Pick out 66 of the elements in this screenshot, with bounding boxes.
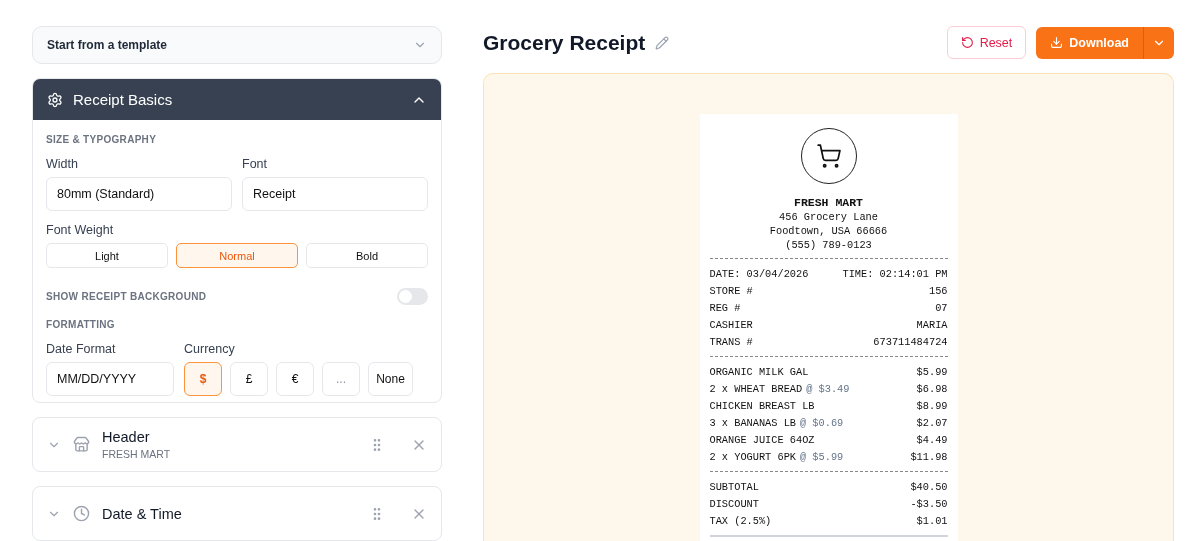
section-heading: FORMATTING: [46, 319, 116, 331]
section-heading: SIZE & TYPOGRAPHY: [46, 134, 158, 146]
total-value: $40.50: [910, 480, 948, 493]
store-address: 456 Grocery Lane: [778, 210, 879, 224]
item-name: 2 x YOGURT 6PK: [709, 450, 796, 463]
download-icon: [1050, 36, 1064, 49]
unit-price: @ $3.49: [806, 382, 850, 395]
info-value: 07: [935, 301, 948, 314]
section-title: Date & Time: [102, 505, 183, 522]
unit-price: @ $5.99: [800, 450, 844, 463]
item-amount: $5.99: [916, 365, 948, 378]
info-value: 156: [928, 284, 948, 297]
template-picker[interactable]: Start from a template: [32, 26, 442, 65]
weight-option[interactable]: Bold: [306, 243, 428, 269]
field-label: Font Weight: [46, 223, 115, 238]
panel-header[interactable]: Receipt Basics: [33, 79, 441, 121]
item-name: ORGANIC MILK GAL: [709, 365, 809, 378]
section-subtitle: FRESH MART: [102, 448, 172, 460]
unit-price: @ $0.69: [800, 416, 844, 429]
edit-icon[interactable]: [655, 35, 670, 50]
receipt-time: TIME: 02:14:01 PM: [842, 267, 948, 280]
item-amount: $2.07: [916, 416, 948, 429]
item-amount: $11.98: [910, 450, 948, 463]
currency-option[interactable]: £: [230, 362, 268, 397]
info-value: MARIA: [916, 318, 948, 331]
info-label: CASHIER: [709, 318, 753, 331]
field-label: Date Format: [46, 342, 117, 357]
info-label: REG #: [709, 301, 741, 314]
total-label: TAX (2.5%): [709, 514, 772, 527]
info-label: STORE #: [709, 284, 753, 297]
download-menu-button[interactable]: [1143, 26, 1174, 59]
store-icon: [73, 436, 90, 453]
document-title: Grocery Receipt: [483, 30, 646, 55]
weight-option[interactable]: Light: [46, 243, 168, 269]
store-address: Foodtown, USA 66666: [768, 224, 889, 238]
width-field[interactable]: 80mm (Standard): [46, 177, 232, 212]
store-name: FRESH MART: [793, 196, 864, 210]
total-value: $1.01: [916, 514, 948, 527]
info-label: TRANS #: [709, 335, 753, 348]
reset-icon: [960, 36, 974, 49]
item-amount: $6.98: [916, 382, 948, 395]
info-value: 673711484724: [873, 335, 948, 348]
currency-option[interactable]: €: [276, 362, 314, 397]
item-name: 2 x WHEAT BREAD: [709, 382, 803, 395]
total-value: -$3.50: [910, 497, 948, 510]
reset-button[interactable]: Reset: [946, 26, 1027, 59]
field-label: Font: [242, 157, 268, 172]
store-address: (555) 789-0123: [784, 238, 873, 252]
settings-icon: [47, 91, 63, 108]
item-name: CHICKEN BREAST LB: [709, 399, 815, 412]
toggle-switch[interactable]: [397, 288, 428, 306]
font-field[interactable]: Receipt: [242, 177, 428, 212]
total-label: SUBTOTAL: [709, 480, 759, 493]
currency-option[interactable]: None: [368, 362, 413, 397]
total-label: DISCOUNT: [709, 497, 759, 510]
item-name: ORANGE JUICE 64OZ: [709, 433, 815, 446]
item-name: 3 x BANANAS LB: [709, 416, 796, 429]
section-title: Header: [102, 429, 151, 445]
field-label: Width: [46, 157, 79, 172]
field-label: Currency: [184, 342, 236, 357]
receipt-date: DATE: 03/04/2026: [709, 267, 809, 280]
item-amount: $8.99: [916, 399, 948, 412]
clock-icon: [73, 505, 90, 522]
date-format-field[interactable]: MM/DD/YYYY: [46, 362, 174, 397]
item-amount: $4.49: [916, 433, 948, 446]
toggle-label: SHOW RECEIPT BACKGROUND: [46, 291, 207, 303]
